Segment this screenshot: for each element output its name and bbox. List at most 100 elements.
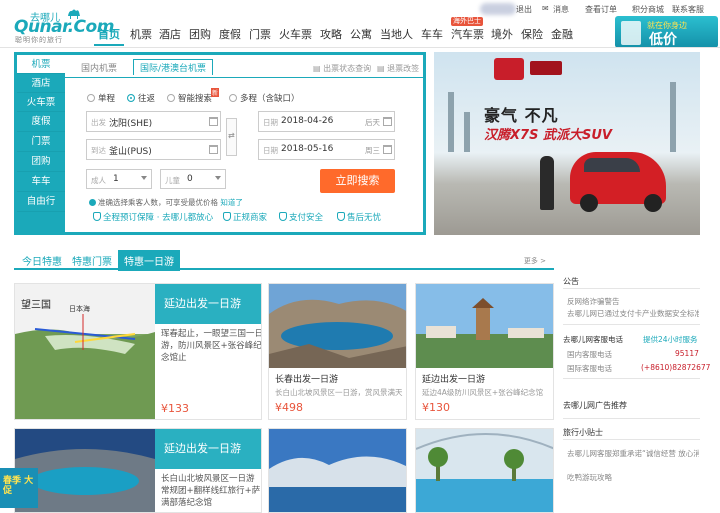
trip-multi-radio[interactable]: 多程（含缺口） (229, 92, 300, 104)
hero-banner-ad[interactable]: 豪气 不凡 汉腾X7S 武派大SUV (434, 52, 700, 235)
subtab-international[interactable]: 国际/港澳台机票 (133, 59, 214, 75)
mountain-lake-photo (269, 429, 406, 512)
domestic-phone-label: 国内客服电话 (567, 350, 612, 359)
nav-guides[interactable]: 攻略 (320, 26, 342, 42)
refund-link[interactable]: ▤ 退票改签 (377, 63, 419, 74)
card-title: 长春出发一日游 (275, 375, 339, 385)
nav-vacation[interactable]: 度假 (219, 26, 241, 42)
building-shape (464, 112, 470, 152)
side-tab-trains[interactable]: 火车票 (17, 93, 65, 112)
person-figure (540, 156, 554, 210)
trip-roundtrip-radio[interactable]: 往返 (127, 92, 155, 104)
adults-select[interactable]: 成人 1 (86, 169, 152, 189)
tab-daytrip-deals[interactable]: 特惠一日游 (118, 250, 180, 271)
deal-card[interactable]: 长春出发一日游 长白山北坡风景区一日游，赏风景满天 ¥498 (268, 283, 407, 420)
deal-card-featured[interactable]: 望三国 日本海 延边出发一日游 珲春起止，一眼望三国一日游，防川风景区+张谷峰纪… (14, 283, 262, 420)
top-utility-bar: 退出 ✉ 消息 查看订单 积分商城 联系客服 (0, 0, 720, 18)
trip-oneway-radio[interactable]: 单程 (87, 92, 115, 104)
messages-link[interactable]: 消息 (553, 4, 569, 15)
depart-date-input[interactable]: 日期 2018-04-26 后天 (258, 111, 395, 132)
deal-card[interactable] (415, 428, 554, 513)
guarantee-item[interactable]: 全程预订保障 · 去哪儿都放心 (93, 211, 213, 223)
nav-apartments[interactable]: 公寓 (350, 26, 372, 42)
tip-dismiss-link[interactable]: 知道了 (220, 198, 243, 207)
nav-trains[interactable]: 火车票 (279, 26, 312, 42)
divider (563, 288, 700, 289)
notice-line[interactable]: 反网络诈骗警告 (567, 296, 620, 307)
intl-phone: (+8610)82872677 (641, 363, 711, 372)
nav-abroad[interactable]: 境外 (491, 26, 513, 42)
floating-promo[interactable]: 春季 大促 (0, 468, 38, 508)
username-blurred[interactable] (480, 3, 516, 15)
more-link[interactable]: 更多 > (524, 256, 546, 266)
tips-line[interactable]: 去哪儿网客服郑重承诺“诚信经营 放心消费” (567, 448, 699, 459)
side-tab-cars[interactable]: 车车 (17, 172, 65, 192)
logout-link[interactable]: 退出 (516, 4, 532, 15)
tab-ticket-deals[interactable]: 特惠门票 (72, 253, 112, 268)
passenger-tip: 准确选择乘客人数，可享受最优价格 知道了 (89, 197, 243, 208)
deal-card[interactable]: 延边出发一日游 延边4A级防川风景区+张谷峰纪念馆 ¥130 (415, 283, 554, 420)
side-tab-tickets[interactable]: 门票 (17, 132, 65, 152)
chevron-down-icon (215, 176, 221, 180)
calendar-icon[interactable] (383, 145, 392, 154)
building-shape (448, 92, 454, 152)
tips-line[interactable]: 吃鸭游玩攻略 (567, 472, 612, 483)
orders-link[interactable]: 查看订单 (585, 4, 617, 15)
side-tab-vacation[interactable]: 度假 (17, 112, 65, 132)
nav-tickets[interactable]: 门票 (249, 26, 271, 42)
right-sidebar: 公告 反网络诈骗警告 去哪儿网已通过支付卡产业数据安全标准 去哪儿网客服电话 提… (563, 272, 710, 512)
brand-badge (530, 61, 562, 75)
search-button[interactable]: 立即搜索 (320, 169, 395, 193)
new-tag: 新 (211, 88, 220, 97)
return-date-input[interactable]: 日期 2018-05-16 周三 (258, 139, 395, 160)
nav-cars[interactable]: 车车 (421, 26, 443, 42)
shield-icon (337, 212, 345, 221)
nav-insurance[interactable]: 保险 (521, 26, 543, 42)
card-description: 珲春起止，一眼望三国一日游，防川风景区+张谷峰纪念馆止 (161, 329, 262, 363)
contact-link[interactable]: 联系客服 (672, 4, 704, 15)
city-list-icon[interactable] (209, 117, 218, 126)
car-window (584, 158, 640, 172)
divider (563, 439, 700, 440)
nav-hotels[interactable]: 酒店 (159, 26, 181, 42)
tab-today-deals[interactable]: 今日特惠 (22, 253, 62, 268)
nav-bus[interactable]: 汽车票 (451, 26, 484, 42)
promo-text: 春季 大促 (3, 476, 34, 496)
side-tab-hotels[interactable]: 酒店 (17, 74, 65, 93)
top-ad-banner[interactable]: 就在你身边 低价 (615, 16, 718, 48)
notice-line[interactable]: 去哪儿网已通过支付卡产业数据安全标准 (567, 308, 699, 319)
card-description: 长白山北坡风景区一日游，赏风景满天 (275, 388, 403, 397)
nav-locals[interactable]: 当地人 (380, 26, 413, 42)
guarantee-item[interactable]: 正规商家 (223, 211, 267, 223)
deal-card[interactable] (268, 428, 407, 513)
points-mall-link[interactable]: 积分商城 (632, 4, 664, 15)
city-list-icon[interactable] (209, 145, 218, 154)
return-label: 日期 (263, 146, 278, 155)
deal-card-featured[interactable]: 延边出发一日游 长白山北坡风景区一日游 常规团+翻样线红旅行+萨满部落纪念馆 (14, 428, 262, 513)
card-price: ¥498 (275, 401, 303, 414)
search-panel: 机票 酒店 火车票 度假 门票 团购 车车 自由行 国内机票 国际/港澳台机票 … (14, 52, 426, 235)
swap-cities-button[interactable]: ⇄ (226, 118, 237, 156)
building-shape (670, 82, 676, 152)
subtab-domestic[interactable]: 国内机票 (81, 61, 117, 74)
from-city-input[interactable]: 出发 沈阳(SHE) (86, 111, 221, 132)
bell-icon[interactable]: ✉ (542, 4, 549, 13)
notice-title: 公告 (563, 277, 579, 286)
side-tab-flights[interactable]: 机票 (17, 55, 65, 74)
trip-smart-radio[interactable]: 智能搜索 (167, 92, 212, 104)
tip-text: 准确选择乘客人数，可享受最优价格 (98, 198, 218, 207)
to-label: 到达 (91, 146, 106, 155)
logo-slogan: 聪明你的旅行 (15, 36, 63, 44)
guarantee-item[interactable]: 支付安全 (279, 211, 323, 223)
nav-finance[interactable]: 金融 (551, 26, 573, 42)
nav-flights[interactable]: 机票 (130, 26, 152, 42)
guarantee-item[interactable]: 售后无忧 (337, 211, 381, 223)
side-tab-free-travel[interactable]: 自由行 (17, 192, 65, 212)
ticket-status-link[interactable]: ▤ 出票状态查询 (313, 63, 371, 74)
nav-groupbuy[interactable]: 团购 (189, 26, 211, 42)
side-tab-groupbuy[interactable]: 团购 (17, 152, 65, 172)
to-city-input[interactable]: 到达 釜山(PUS) (86, 139, 221, 160)
children-select[interactable]: 儿童 0 (160, 169, 226, 189)
calendar-icon[interactable] (383, 117, 392, 126)
nav-home[interactable]: 首页 (98, 26, 120, 42)
